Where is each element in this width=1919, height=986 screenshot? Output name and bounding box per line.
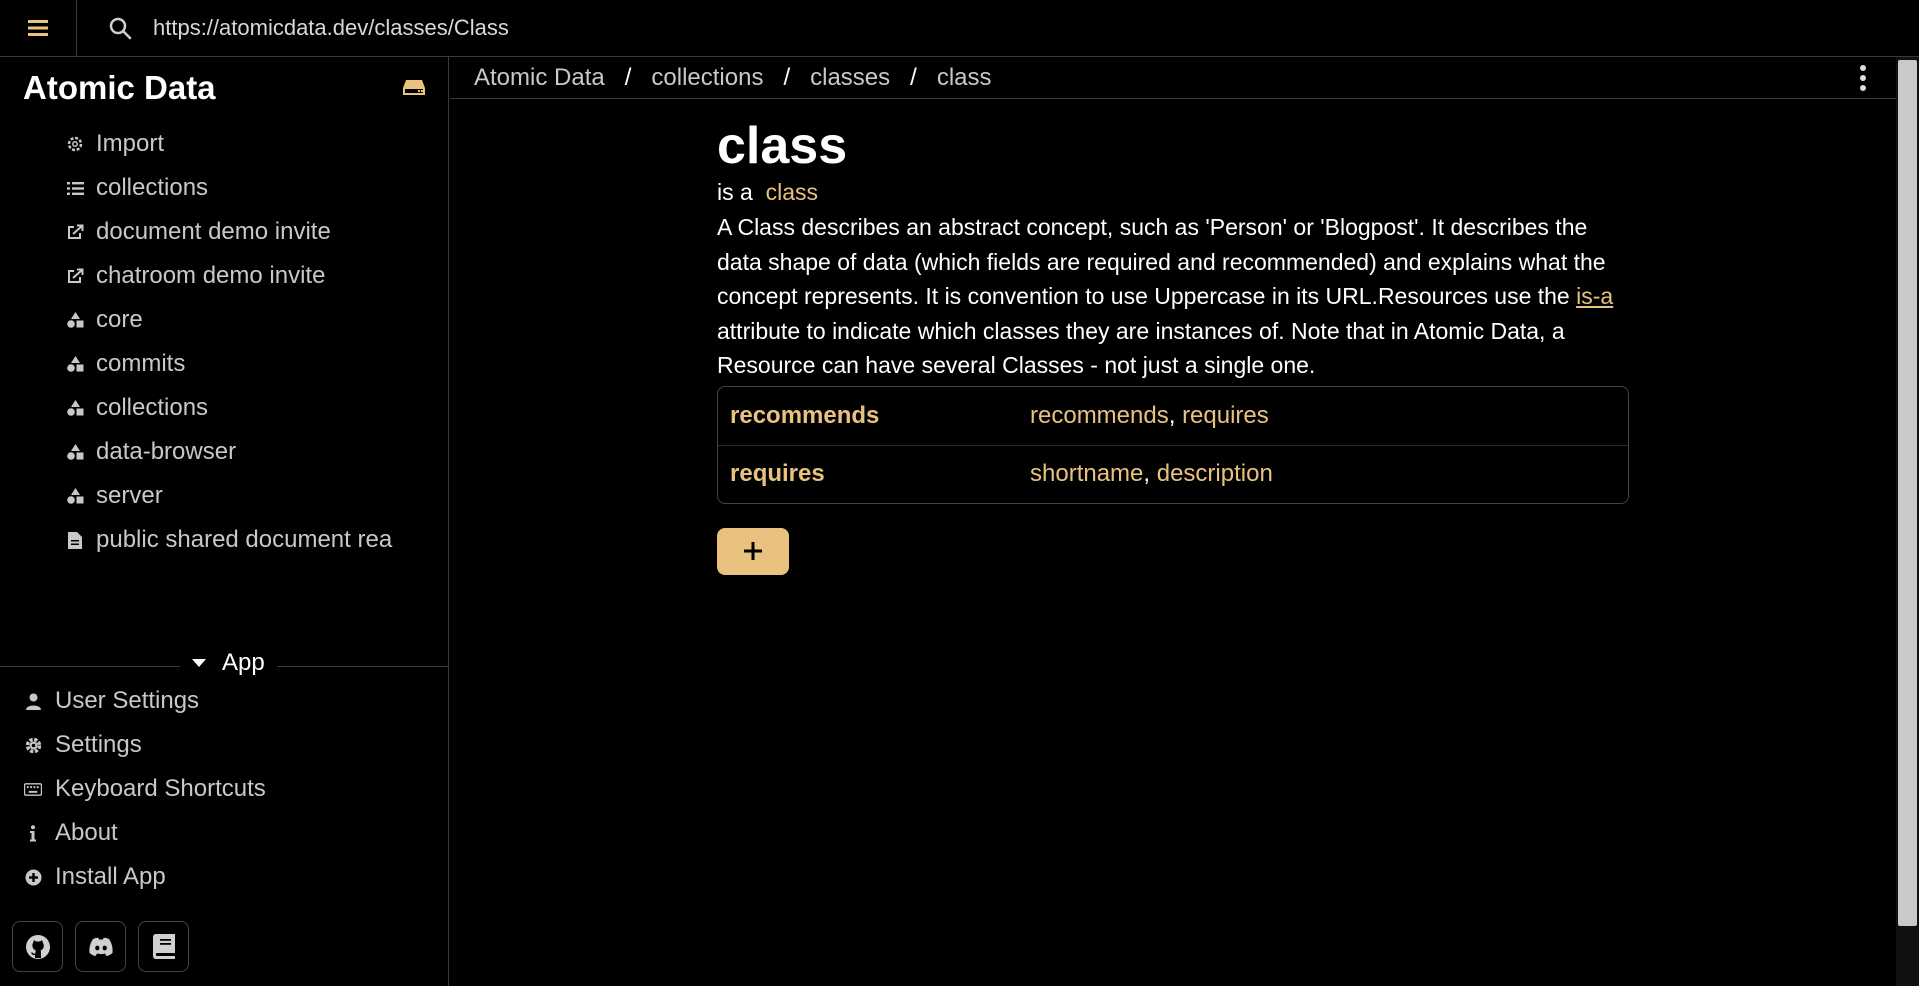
more-options-icon[interactable] [1858, 65, 1868, 91]
user-icon [24, 692, 42, 710]
breadcrumb: Atomic Data / collections / classes / cl… [450, 57, 1896, 99]
sidebar-item-label: collections [96, 394, 209, 421]
app-item-install-app[interactable]: Install App [0, 855, 449, 899]
sidebar-item-server[interactable]: server [0, 474, 449, 518]
sidebar-item-label: commits [96, 350, 186, 377]
social-links [12, 921, 189, 972]
scrollbar-thumb[interactable] [1898, 60, 1917, 926]
shapes-icon [66, 311, 84, 329]
is-a-prefix: is a [717, 179, 753, 205]
discord-icon [88, 937, 113, 956]
page-title: class [717, 117, 848, 175]
sidebar-item-label: chatroom demo invite [96, 262, 326, 289]
resource-card: class is a class A Class describes an ab… [717, 117, 1629, 575]
search-icon[interactable] [107, 15, 133, 41]
app-section-label: App [222, 649, 265, 676]
app-item-label: Keyboard Shortcuts [55, 775, 266, 802]
plus-icon [744, 542, 762, 560]
breadcrumb-separator: / [624, 63, 632, 91]
property-key[interactable]: requires [730, 460, 1030, 488]
is-a-line: is a class [717, 179, 1629, 206]
breadcrumb-item[interactable]: Atomic Data [474, 64, 605, 92]
sidebar-item-label: document demo invite [96, 218, 331, 245]
sidebar-item-label: core [96, 306, 143, 333]
menu-button[interactable] [0, 0, 77, 57]
shapes-icon [66, 487, 84, 505]
sidebar-item-document-demo-invite[interactable]: document demo invite [0, 210, 449, 254]
list-icon [66, 179, 84, 197]
sidebar-item-label: data-browser [96, 438, 237, 465]
keyboard-icon [24, 780, 42, 798]
main-content: Atomic Data / collections / classes / cl… [450, 57, 1896, 986]
breadcrumb-item-current[interactable]: class [937, 64, 992, 92]
docs-button[interactable] [138, 921, 189, 972]
sidebar-item-collections[interactable]: collections [0, 166, 449, 210]
app-item-keyboard-shortcuts[interactable]: Keyboard Shortcuts [0, 767, 449, 811]
property-value-link[interactable]: shortname [1030, 460, 1143, 487]
property-value-link[interactable]: recommends [1030, 402, 1169, 429]
is-a-link[interactable]: class [766, 179, 818, 205]
sidebar-item-data-browser[interactable]: data-browser [0, 430, 449, 474]
sidebar-item-label: Import [96, 130, 165, 157]
sidebar-item-commits[interactable]: commits [0, 342, 449, 386]
info-icon [24, 824, 42, 842]
shapes-icon [66, 443, 84, 461]
app-item-label: About [55, 819, 118, 846]
drive-icon[interactable] [402, 79, 426, 97]
plus-circle-icon [24, 868, 42, 886]
document-icon [66, 531, 84, 549]
breadcrumb-separator: / [783, 63, 791, 91]
gear-icon [66, 135, 84, 153]
app-nav: User Settings Settings Keyboard Shortcut… [0, 679, 449, 899]
sidebar-item-collections-ontology[interactable]: collections [0, 386, 449, 430]
sidebar-brand-title[interactable]: Atomic Data [23, 69, 216, 107]
address-input[interactable]: https://atomicdata.dev/classes/Class [153, 15, 509, 41]
sidebar-item-public-shared-document[interactable]: public shared document rea [0, 518, 449, 562]
github-icon [25, 934, 50, 959]
app-item-label: User Settings [55, 687, 200, 714]
property-row: requires shortname, description [718, 444, 1628, 503]
sidebar-item-label: public shared document rea [96, 526, 393, 553]
property-key[interactable]: recommends [730, 402, 1030, 430]
description-text: A Class describes an abstract concept, s… [717, 214, 1606, 309]
add-property-button[interactable] [717, 527, 789, 575]
properties-table: recommends recommends, requires requires… [717, 385, 1629, 504]
app-item-label: Install App [55, 863, 166, 890]
discord-button[interactable] [75, 921, 126, 972]
gear-icon [24, 736, 42, 754]
hamburger-icon [28, 20, 48, 36]
sidebar-item-label: collections [96, 174, 209, 201]
top-bar: https://atomicdata.dev/classes/Class [0, 0, 1919, 57]
property-value: shortname, description [1030, 460, 1273, 487]
property-value-link[interactable]: description [1157, 460, 1273, 487]
book-icon [152, 934, 175, 959]
property-row: recommends recommends, requires [718, 387, 1628, 445]
app-item-label: Settings [55, 731, 142, 758]
breadcrumb-separator: / [910, 63, 917, 91]
app-section-toggle[interactable]: App [180, 649, 277, 677]
share-icon [66, 267, 84, 285]
is-a-property-link[interactable]: is-a [1576, 283, 1613, 309]
github-button[interactable] [12, 921, 63, 972]
sidebar-item-import[interactable]: Import [0, 122, 449, 166]
sidebar-nav: Import collections document demo invite … [0, 122, 449, 562]
property-value-link[interactable]: requires [1182, 402, 1269, 429]
property-value: recommends, requires [1030, 401, 1269, 429]
app-item-settings[interactable]: Settings [0, 723, 449, 767]
shapes-icon [66, 399, 84, 417]
sidebar-item-label: server [96, 482, 163, 509]
share-icon [66, 223, 84, 241]
description: A Class describes an abstract concept, s… [717, 210, 1629, 383]
app-item-about[interactable]: About [0, 811, 449, 855]
breadcrumb-item[interactable]: classes [810, 64, 890, 92]
sidebar-item-chatroom-demo-invite[interactable]: chatroom demo invite [0, 254, 449, 298]
description-text: attribute to indicate which classes they… [717, 317, 1565, 379]
shapes-icon [66, 355, 84, 373]
sidebar: Atomic Data Import collections document … [0, 57, 449, 986]
app-item-user-settings[interactable]: User Settings [0, 679, 449, 723]
breadcrumb-item[interactable]: collections [651, 64, 763, 92]
sidebar-item-core[interactable]: core [0, 298, 449, 342]
caret-down-icon [192, 659, 206, 667]
